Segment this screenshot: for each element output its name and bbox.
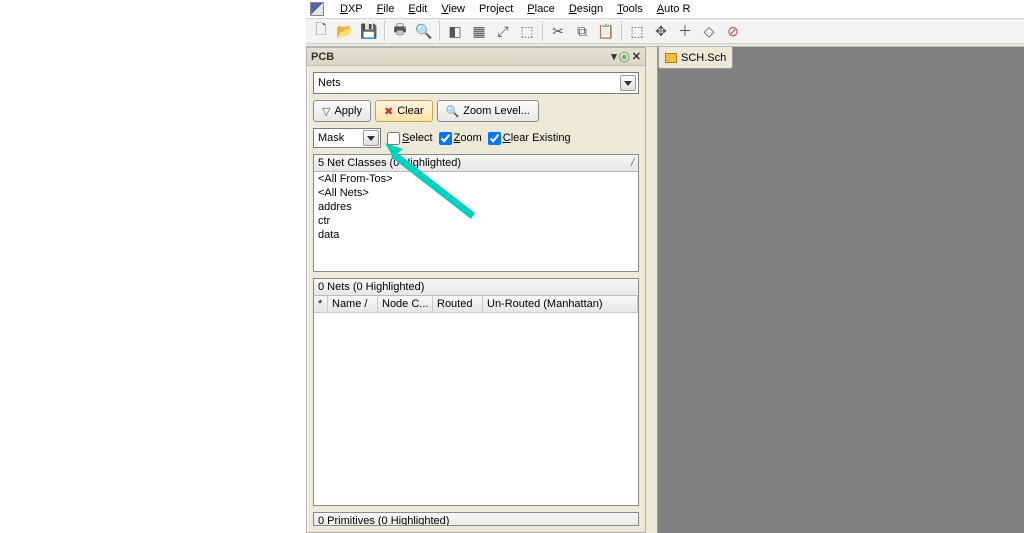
- clear-existing-checkbox-label: Clear Existing: [503, 132, 571, 144]
- primitives-list[interactable]: 0 Primitives (0 Highlighted): [313, 512, 639, 526]
- list-item[interactable]: addres: [314, 200, 638, 214]
- sort-indicator: /: [631, 157, 634, 169]
- list-item[interactable]: data: [314, 228, 638, 242]
- col-marker[interactable]: *: [314, 296, 328, 312]
- panel-options-row: Mask Select Zoom Clear Existing: [313, 128, 639, 148]
- menu-file[interactable]: File: [377, 3, 395, 15]
- panel-scope-dropdown[interactable]: Nets: [313, 72, 639, 94]
- toolbar-select-icon[interactable]: ⬚: [626, 20, 648, 42]
- toolbar-stack-icon[interactable]: ▦: [468, 20, 490, 42]
- menubar: DXP File Edit View Project Place Design …: [306, 0, 694, 18]
- panel-close-icon[interactable]: ✕: [632, 50, 641, 63]
- net-classes-list[interactable]: 5 Net Classes (0 Highlighted) / <All Fro…: [313, 154, 639, 272]
- menu-dxp[interactable]: DXP: [340, 3, 363, 15]
- toolbar-preview-icon[interactable]: 🔍: [413, 20, 435, 42]
- toolbar-cross-icon[interactable]: ＋: [674, 20, 696, 42]
- net-classes-header-text: 5 Net Classes (0 Highlighted): [318, 157, 461, 169]
- toolbar-zoomfit-icon[interactable]: ⤢: [492, 20, 514, 42]
- nets-header[interactable]: 0 Nets (0 Highlighted): [314, 279, 638, 296]
- panel-title-text: PCB: [311, 51, 334, 63]
- menu-tools[interactable]: Tools: [617, 3, 643, 15]
- apply-button-label: Apply: [334, 105, 362, 117]
- panel-body: Nets ▽ Apply ✖ Clear 🔍 Zoom Level... Mas…: [307, 66, 645, 532]
- menu-autoroute[interactable]: Auto R: [657, 3, 691, 15]
- nets-columns: * Name / Node C... Routed Un-Routed (Man…: [314, 296, 638, 313]
- net-classes-header[interactable]: 5 Net Classes (0 Highlighted) /: [314, 155, 638, 172]
- col-name[interactable]: Name /: [328, 296, 378, 312]
- app-icon: [310, 2, 324, 16]
- toolbar-new-icon[interactable]: 🗋: [310, 20, 332, 42]
- chevron-down-icon[interactable]: [363, 130, 379, 146]
- menu-project[interactable]: Project: [479, 3, 513, 15]
- select-checkbox[interactable]: Select: [387, 132, 433, 145]
- nets-list[interactable]: 0 Nets (0 Highlighted) * Name / Node C..…: [313, 278, 639, 506]
- filter-icon: ▽: [322, 105, 330, 118]
- toolbar-save-icon[interactable]: 💾: [358, 20, 380, 42]
- list-item[interactable]: ctr: [314, 214, 638, 228]
- clear-icon: ✖: [384, 105, 393, 118]
- zoom-checkbox[interactable]: Zoom: [439, 132, 482, 145]
- col-routed[interactable]: Routed: [433, 296, 483, 312]
- panel-pin-icon[interactable]: ⦿: [619, 49, 630, 65]
- panel-right-border: [646, 47, 658, 533]
- toolbar-paste-icon[interactable]: 📋: [595, 20, 617, 42]
- mask-dropdown[interactable]: Mask: [313, 128, 381, 148]
- nets-grid-body[interactable]: [314, 313, 638, 505]
- chevron-down-icon[interactable]: [620, 75, 636, 91]
- document-tab[interactable]: SCH.Sch: [658, 47, 733, 69]
- primitives-header-text: 0 Primitives (0 Highlighted): [318, 515, 449, 526]
- toolbar-print-icon[interactable]: 🖶: [389, 20, 411, 42]
- clear-existing-checkbox[interactable]: Clear Existing: [488, 132, 571, 145]
- toolbar-zoomarea-icon[interactable]: ⬚: [516, 20, 538, 42]
- menu-place[interactable]: Place: [527, 3, 555, 15]
- panel-scope-value: Nets: [318, 77, 341, 89]
- toolbar: 🗋 📂 💾 🖶 🔍 ◧ ▦ ⤢ ⬚ ✂ ⧉ 📋 ⬚ ✥ ＋ ◇ ⊘: [306, 18, 1024, 44]
- clear-existing-checkbox-input[interactable]: [488, 132, 501, 145]
- zoom-checkbox-label: Zoom: [454, 132, 482, 144]
- zoom-level-button-label: Zoom Level...: [463, 105, 530, 117]
- select-checkbox-label: Select: [402, 132, 433, 144]
- panel-dropdown-icon[interactable]: ▾: [611, 50, 617, 63]
- list-item[interactable]: <All Nets>: [314, 186, 638, 200]
- toolbar-sep: [621, 21, 622, 41]
- mask-dropdown-value: Mask: [318, 132, 344, 144]
- toolbar-misc2-icon[interactable]: ⊘: [722, 20, 744, 42]
- net-classes-body: <All From-Tos> <All Nets> addres ctr dat…: [314, 172, 638, 242]
- zoom-level-button[interactable]: 🔍 Zoom Level...: [437, 100, 539, 122]
- pcb-panel: PCB ▾ ⦿ ✕ Nets ▽ Apply ✖ Clear 🔍 Zoom Le…: [306, 47, 646, 533]
- menu-design[interactable]: Design: [569, 3, 603, 15]
- folder-icon: [665, 53, 677, 63]
- toolbar-misc-icon[interactable]: ◇: [698, 20, 720, 42]
- toolbar-sep: [542, 21, 543, 41]
- select-checkbox-input[interactable]: [387, 132, 400, 145]
- toolbar-open-icon[interactable]: 📂: [334, 20, 356, 42]
- nets-header-text: 0 Nets (0 Highlighted): [318, 281, 424, 293]
- primitives-header[interactable]: 0 Primitives (0 Highlighted): [314, 513, 638, 526]
- toolbar-sep: [439, 21, 440, 41]
- menu-edit[interactable]: Edit: [408, 3, 427, 15]
- clear-button-label: Clear: [397, 105, 423, 117]
- left-blank-area: [0, 0, 306, 533]
- col-unrouted[interactable]: Un-Routed (Manhattan): [483, 296, 638, 312]
- document-tab-label: SCH.Sch: [681, 52, 726, 64]
- magnifier-icon: 🔍: [446, 105, 460, 118]
- zoom-checkbox-input[interactable]: [439, 132, 452, 145]
- toolbar-move-icon[interactable]: ✥: [650, 20, 672, 42]
- col-nodecount[interactable]: Node C...: [378, 296, 433, 312]
- toolbar-layers-icon[interactable]: ◧: [444, 20, 466, 42]
- toolbar-cut-icon[interactable]: ✂: [547, 20, 569, 42]
- panel-button-row: ▽ Apply ✖ Clear 🔍 Zoom Level...: [313, 100, 639, 122]
- menu-view[interactable]: View: [441, 3, 465, 15]
- workspace-area: [646, 47, 1024, 533]
- list-item[interactable]: <All From-Tos>: [314, 172, 638, 186]
- toolbar-sep: [384, 21, 385, 41]
- panel-titlebar: PCB ▾ ⦿ ✕: [307, 48, 645, 66]
- clear-button[interactable]: ✖ Clear: [375, 100, 433, 122]
- apply-button[interactable]: ▽ Apply: [313, 100, 371, 122]
- toolbar-copy-icon[interactable]: ⧉: [571, 20, 593, 42]
